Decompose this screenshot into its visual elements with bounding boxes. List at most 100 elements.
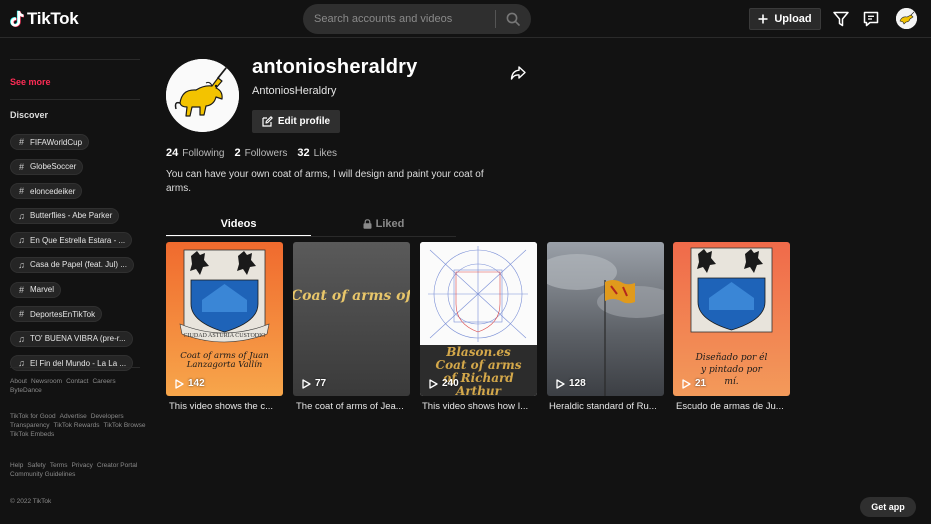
music-note-icon: ♫ [18,235,25,246]
discover-title: Discover [10,110,49,120]
thumbnail-text: Coat of arms of Juan Lanzagorta Vallín [180,351,269,370]
following-count: 24 [166,147,179,159]
tab-videos[interactable]: Videos [166,212,311,236]
footer-links-row1: About Newsroom Contact Careers ByteDance [10,377,150,395]
send-filter-icon[interactable] [832,10,850,28]
unicorn-avatar-icon [896,8,917,29]
search-input[interactable] [303,13,495,25]
discover-tag[interactable]: ♫ El Fin del Mundo - La La ... [10,355,134,372]
following-stat[interactable]: 24 Following [166,147,225,159]
hashtag-icon: # [18,186,24,197]
sidebar-divider [10,367,140,368]
likes-stat: 32 Likes [297,147,337,159]
discover-tag[interactable]: # DeportesEnTikTok [10,306,103,323]
banner-text: CIUDAD ASTURIA CUSTODIO [184,333,267,339]
profile-nickname: AntoniosHeraldry [252,85,337,97]
footer-link[interactable]: About [10,377,27,386]
thumbnail-text: Coat of arms of istophe Loubet construct… [293,288,410,304]
video-caption[interactable]: The coat of arms of Jea... [296,401,413,412]
upload-button[interactable]: Upload [749,8,821,30]
logo-text: TikTok [27,9,79,28]
video-card[interactable]: Blason.es Coat of arms of Richard Arthur… [420,242,537,396]
view-count: 142 [175,378,205,389]
search-bar [303,4,531,34]
share-icon[interactable] [510,65,526,81]
discover-tag[interactable]: ♫ Casa de Papel (feat. Jul) ... [10,256,134,273]
discover-tag[interactable]: ♫ En Que Estrella Estara - ... [10,232,133,249]
discover-tag-label: DeportesEnTikTok [30,309,96,319]
search-icon [506,12,520,26]
video-card[interactable]: 128 [547,242,664,396]
discover-tag[interactable]: # eloncedeiker [10,183,83,200]
discover-tag-label: eloncedeiker [30,186,76,196]
tiktok-logo[interactable]: TikTok [10,9,79,29]
video-caption[interactable]: Escudo de armas de Ju... [676,401,793,412]
sidebar-divider [10,59,140,60]
top-header: TikTok Upload [0,0,931,38]
discover-tag-label: Marvel [30,285,55,295]
footer-link[interactable]: Help [10,461,23,470]
view-count-value: 128 [569,378,586,389]
discover-tag[interactable]: ♫ TO' BUENA VIBRA (pre-r... [10,330,133,347]
footer-link[interactable]: Developers [91,412,124,421]
view-count: 240 [429,378,459,389]
see-more-link[interactable]: See more [10,77,51,87]
footer-links-row2: TikTok for Good Advertise Developers Transp… [10,412,150,439]
footer-link[interactable]: Creator Portal [97,461,137,470]
following-label: Following [182,148,225,159]
profile-avatar[interactable] [166,59,239,132]
discover-tag[interactable]: # GlobeSoccer [10,158,84,175]
view-count: 77 [302,378,326,389]
footer-link[interactable]: Terms [50,461,68,470]
footer-link[interactable]: Community Guidelines [10,470,75,479]
edit-icon [262,116,273,127]
view-count-value: 240 [442,378,459,389]
tab-liked-label: Liked [375,218,405,230]
edit-profile-label: Edit profile [277,116,331,127]
view-count-value: 142 [188,378,205,389]
hashtag-icon: # [18,284,24,295]
discover-tag[interactable]: ♫ Butterflies - Abe Parker [10,207,120,224]
video-caption[interactable]: This video shows how I... [422,401,539,412]
followers-label: Followers [244,148,288,159]
view-count-value: 21 [695,378,707,389]
video-card[interactable]: Coat of arms of istophe Loubet construct… [293,242,410,396]
messages-icon[interactable] [862,10,880,28]
discover-tag[interactable]: # Marvel [10,281,62,298]
tabs-divider [166,236,456,237]
footer-link[interactable]: Transparency [10,421,50,430]
footer-link[interactable]: Privacy [72,461,93,470]
video-card[interactable]: CIUDAD ASTURIA CUSTODIO Coat of arms of … [166,242,283,396]
footer-links-row3: Help Safety Terms Privacy Creator Portal Comm… [10,461,150,479]
footer-link[interactable]: TikTok Browse [104,421,146,430]
tab-liked[interactable]: Liked [311,212,456,236]
video-card[interactable]: Diseñado por él y pintado por mí. 21 [673,242,790,396]
plus-icon [758,14,768,24]
footer-link[interactable]: Contact [66,377,88,386]
upload-label: Upload [774,13,812,25]
play-icon [302,378,311,389]
hashtag-icon: # [18,161,24,172]
footer-link[interactable]: Safety [27,461,45,470]
video-caption[interactable]: Heraldic standard of Ru... [549,401,666,412]
user-avatar[interactable] [896,8,917,29]
footer-link[interactable]: ByteDance [10,386,42,395]
view-count: 21 [682,378,706,389]
profile-bio: You can have your own coat of arms, I wi… [166,169,484,194]
footer-link[interactable]: Advertise [60,412,87,421]
footer-link[interactable]: Newsroom [31,377,62,386]
get-app-button[interactable]: Get app [860,497,916,517]
video-thumbnail: CIUDAD ASTURIA CUSTODIO [179,249,270,343]
profile-stats: 24 Following 2 Followers 32 Likes [166,147,337,159]
discover-tag[interactable]: # FIFAWorldCup [10,134,90,150]
search-button[interactable] [496,4,530,34]
footer-link[interactable]: TikTok Rewards [54,421,100,430]
footer-link[interactable]: TikTok for Good [10,412,56,421]
discover-tag-label: GlobeSoccer [30,162,77,172]
discover-tags: # FIFAWorldCup # GlobeSoccer # eloncedeiker ♫ B… [10,132,145,378]
edit-profile-button[interactable]: Edit profile [252,110,340,133]
footer-link[interactable]: Careers [92,377,115,386]
footer-link[interactable]: TikTok Embeds [10,430,54,439]
followers-stat[interactable]: 2 Followers [235,147,288,159]
video-caption[interactable]: This video shows the c... [169,401,286,412]
